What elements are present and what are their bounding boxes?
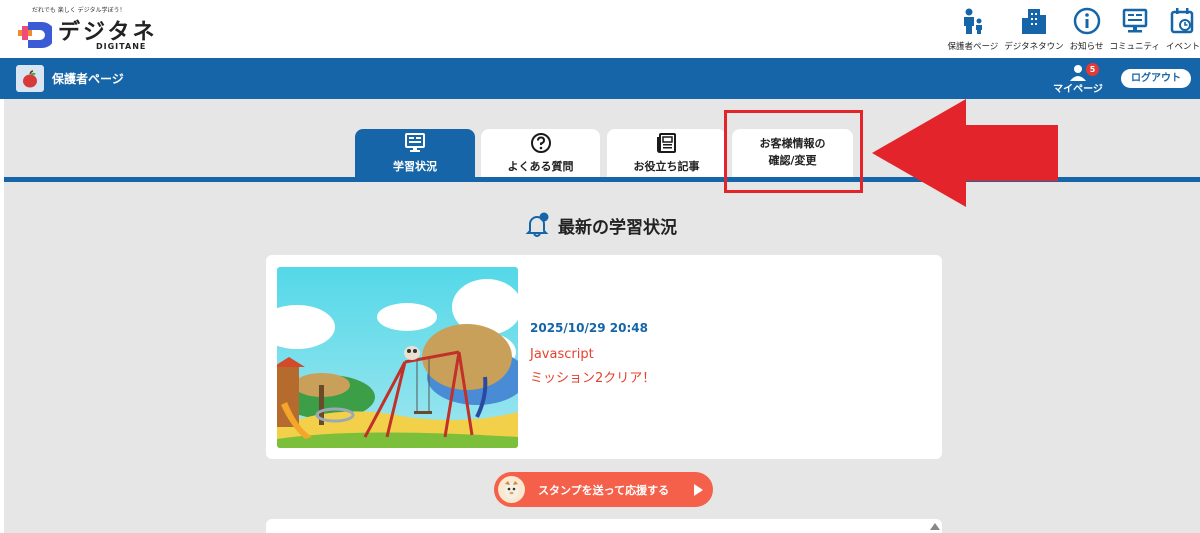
guardian-page-title: 保護者ページ bbox=[16, 65, 124, 92]
stamp-button-label: スタンプを送って応援する bbox=[538, 484, 670, 497]
page-left-edge bbox=[0, 99, 4, 533]
section-title: 最新の学習状況 bbox=[524, 212, 677, 238]
bell-icon bbox=[525, 212, 549, 237]
playground-illustration bbox=[277, 267, 518, 448]
section-title-text: 最新の学習状況 bbox=[558, 217, 677, 238]
tab-label: よくある質問 bbox=[507, 160, 574, 173]
tab-learning-status[interactable]: 学習状況 bbox=[355, 129, 475, 177]
logo-subname: DIGITANE bbox=[96, 42, 147, 51]
parent-child-icon bbox=[963, 8, 982, 34]
monitor-icon bbox=[1122, 8, 1147, 33]
card-mission: ミッション2クリア！ bbox=[530, 371, 656, 386]
left-arrow-icon bbox=[872, 99, 1058, 207]
tab-label: お役立ち記事 bbox=[633, 160, 700, 173]
topnav-events[interactable]: イベント bbox=[1166, 6, 1200, 52]
mypage-button[interactable]: 5 マイページ bbox=[1048, 62, 1108, 95]
tab-faq[interactable]: よくある質問 bbox=[481, 129, 600, 177]
question-icon bbox=[530, 133, 551, 153]
info-icon bbox=[1073, 7, 1100, 35]
newspaper-icon bbox=[656, 133, 676, 153]
town-building-icon bbox=[1021, 9, 1046, 34]
top-navigation: 保護者ページ デジタネタウン お知らせ コミュニティ イベント bbox=[941, 6, 1200, 52]
topnav-digitane-town[interactable]: デジタネタウン bbox=[1004, 6, 1064, 52]
notification-badge: 5 bbox=[1086, 63, 1099, 76]
mypage-label: マイページ bbox=[1053, 84, 1103, 95]
stamp-character-icon bbox=[498, 476, 525, 503]
learning-status-card: 2025/10/29 20:48 Javascript ミッション2クリア！ bbox=[266, 255, 942, 459]
topnav-parent-page[interactable]: 保護者ページ bbox=[947, 6, 998, 52]
next-card bbox=[266, 519, 942, 533]
logout-button[interactable]: ログアウト bbox=[1121, 69, 1191, 88]
highlight-annotation-box bbox=[724, 110, 863, 193]
calendar-icon bbox=[1170, 8, 1194, 34]
tab-label: 学習状況 bbox=[393, 160, 437, 173]
digitane-logo[interactable]: だれでも 楽しく デジタル学ぼう！ デジタネ DIGITANE bbox=[18, 4, 178, 54]
card-date: 2025/10/29 20:48 bbox=[530, 321, 648, 335]
logo-tagline: だれでも 楽しく デジタル学ぼう！ bbox=[32, 7, 126, 14]
scroll-up-icon[interactable] bbox=[930, 523, 940, 530]
tab-useful-articles[interactable]: お役立ち記事 bbox=[607, 129, 726, 177]
topnav-news[interactable]: お知らせ bbox=[1070, 6, 1103, 52]
logo-mark-icon bbox=[18, 22, 52, 48]
top-header: だれでも 楽しく デジタル学ぼう！ デジタネ DIGITANE 保護者ページ デ… bbox=[0, 0, 1200, 58]
guardian-header-bar: 保護者ページ 5 マイページ ログアウト bbox=[0, 58, 1200, 99]
send-stamp-button[interactable]: スタンプを送って応援する bbox=[494, 472, 713, 507]
monitor-icon bbox=[405, 133, 425, 152]
play-arrow-icon bbox=[694, 484, 703, 496]
topnav-community[interactable]: コミュニティ bbox=[1109, 6, 1160, 52]
apple-icon bbox=[16, 65, 44, 92]
card-subject: Javascript bbox=[530, 347, 594, 362]
guardian-page-label: 保護者ページ bbox=[52, 72, 124, 86]
